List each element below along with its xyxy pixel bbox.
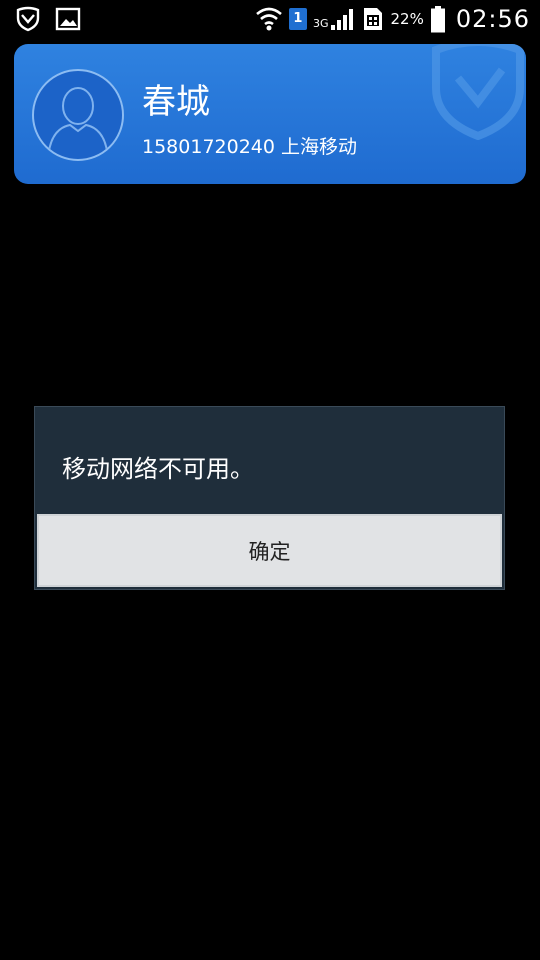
signal-icon <box>330 7 356 31</box>
person-icon <box>47 87 109 159</box>
phone-carrier: 15801720240 上海移动 <box>142 136 358 158</box>
shield-icon <box>14 5 42 33</box>
image-icon <box>54 5 82 33</box>
battery-icon <box>430 5 446 33</box>
alert-dialog: 移动网络不可用。 确定 <box>34 406 505 590</box>
shield-watermark-icon <box>432 44 524 140</box>
contact-name: 春城 <box>142 82 210 122</box>
profile-card[interactable]: 春城 15801720240 上海移动 <box>14 44 526 184</box>
dialog-message: 移动网络不可用。 <box>62 455 254 483</box>
battery-percent: 22% <box>390 10 424 28</box>
sim-card-icon <box>362 7 384 31</box>
avatar[interactable] <box>32 69 124 161</box>
wifi-icon <box>255 6 283 32</box>
network-type: 3G <box>312 17 329 30</box>
sim-slot-badge: 1 <box>288 8 307 30</box>
status-bar: 1 3G 22% 02:56 <box>0 0 540 38</box>
clock: 02:56 <box>455 5 530 33</box>
confirm-button[interactable]: 确定 <box>37 514 502 587</box>
screen: 1 3G 22% 02:56 春城 15801720240 上海移动 移动网络不… <box>0 0 540 960</box>
